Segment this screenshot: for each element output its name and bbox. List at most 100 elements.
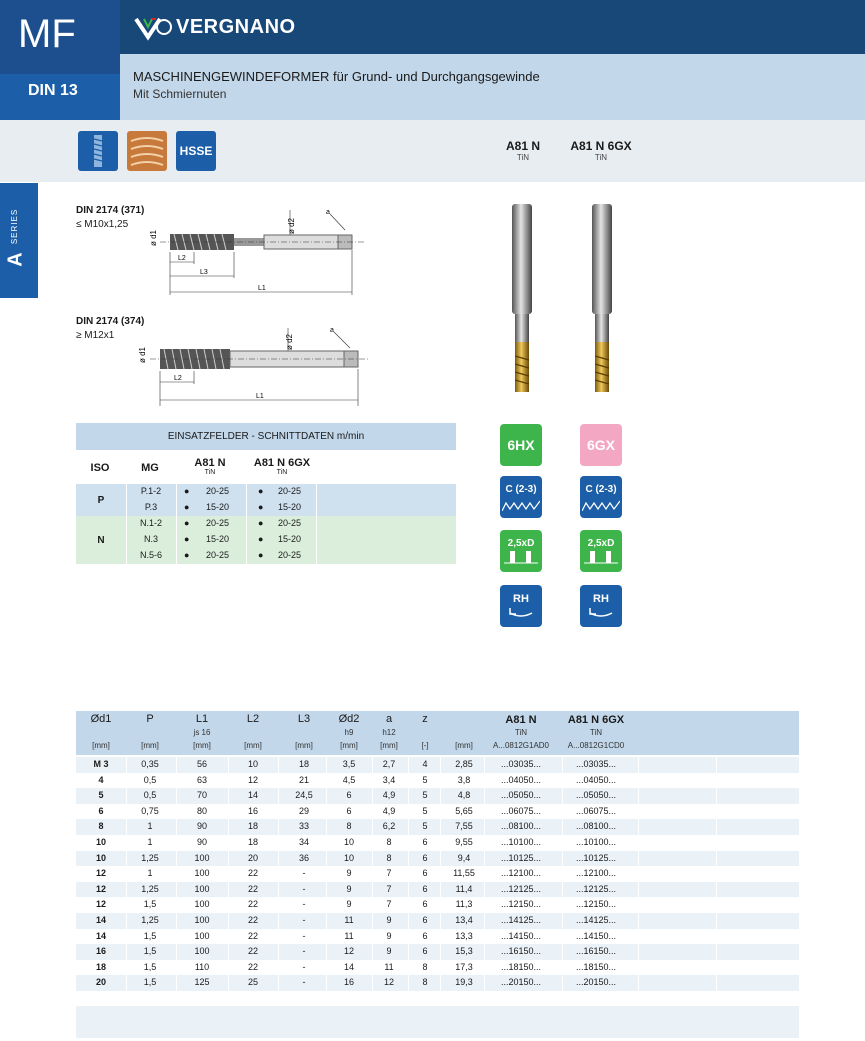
cutting-iso-group: P — [97, 494, 105, 506]
table-cell: 5 — [422, 774, 428, 785]
table-col-unit: A...0812G1AD0 — [492, 741, 550, 750]
table-cell: ...04050... — [500, 774, 542, 785]
tool-drawing-2: ø d1 ø d2 a L2 L1 — [138, 327, 368, 406]
table-col-header: L2 — [246, 713, 260, 725]
table-cell: 1 — [147, 868, 153, 879]
table-cell: 16 — [95, 946, 106, 957]
table-cell: 1,5 — [143, 977, 157, 988]
table-cell: 34 — [298, 837, 309, 847]
table-cell: 6 — [422, 852, 428, 863]
table-cell: 14 — [95, 915, 106, 925]
table-cell: 22 — [247, 930, 258, 941]
table-cell: ...20150... — [575, 977, 617, 988]
cutting-dot-icon: ● — [258, 550, 264, 560]
table-cell: ...14125... — [575, 915, 617, 925]
page-title: MASCHINENGEWINDEFORMER für Grund- und Du… — [133, 69, 540, 84]
dim-a: a — [326, 209, 330, 216]
table-cell: 5 — [422, 821, 428, 832]
table-cell: 5,65 — [455, 805, 473, 816]
table-cell: 3,8 — [457, 774, 471, 785]
vergnano-logo-icon — [134, 17, 172, 41]
table-cell: 1 — [147, 821, 153, 832]
series-letter: A — [4, 252, 27, 267]
table-cell: ...05050... — [575, 790, 617, 801]
table-cell: 9 — [386, 946, 392, 957]
table-cell: 100 — [194, 915, 210, 925]
dim-l2: L2 — [178, 255, 186, 262]
table-cell: 13,4 — [455, 915, 473, 925]
table-cell: 100 — [194, 946, 210, 957]
cutting-dot-icon: ● — [258, 534, 264, 544]
table-col-unit: [mm] — [340, 741, 358, 750]
cutting-v2: 15-20 — [278, 534, 302, 544]
tool-image-2 — [592, 204, 612, 392]
table-cell: 14 — [247, 790, 258, 801]
cutting-col-p2: A81 N 6GX TiN — [253, 457, 311, 476]
depth-badge-1: 2,5xD — [500, 530, 542, 572]
table-cell: 12 — [95, 899, 106, 910]
table-cell: 1,25 — [141, 883, 159, 894]
table-row-empty — [76, 1022, 799, 1038]
cutting-dot-icon: ● — [184, 518, 190, 528]
table-cell: 10 — [95, 852, 106, 863]
hand-badge-2: RH — [580, 585, 622, 627]
table-col-header: L3 — [297, 713, 311, 725]
cutting-iso-group: N — [97, 534, 105, 546]
brand-name: VERGNANO — [176, 15, 296, 38]
table-cell: - — [302, 946, 306, 957]
table-row: 18 1,5 110 22 - 14 11 8 17,3 ...18150... ...18150.… — [76, 959, 799, 976]
table-cell: 100 — [194, 899, 210, 910]
table-col-subheader: h9 — [344, 728, 354, 737]
table-cell: ...05050... — [500, 790, 542, 801]
table-cell: 9 — [346, 899, 352, 910]
table-cell: 4 — [422, 759, 428, 769]
tolerance-badge-1: 6HX — [500, 424, 542, 466]
table-cell: 63 — [196, 774, 207, 785]
table-row: 4 0,5 63 12 21 4,5 3,4 5 3,8 ...04050... ...04050.… — [76, 772, 799, 789]
product-code: MF — [18, 12, 76, 56]
table-cell: 36 — [298, 852, 309, 863]
table-cell: ...06075... — [500, 805, 542, 816]
table-cell: ...20150... — [500, 977, 542, 988]
table-cell: 11,3 — [455, 899, 473, 910]
table-cell: 22 — [247, 883, 258, 894]
drawing-2-range: ≥ M12x1 — [76, 330, 115, 341]
table-cell: 0,5 — [143, 790, 157, 801]
chamfer-icon — [502, 500, 540, 511]
table-cell: 4,5 — [342, 774, 356, 785]
table-cell: ...18150... — [575, 961, 617, 972]
table-cell: 22 — [247, 868, 258, 879]
table-col-header: z — [422, 713, 428, 725]
table-cell: 22 — [247, 946, 258, 957]
table-col-subheader: js 16 — [193, 728, 211, 737]
table-cell: 22 — [247, 961, 258, 972]
dim-a: a — [330, 327, 334, 334]
cutting-v1: 20-25 — [206, 518, 230, 528]
table-cell: 4,9 — [382, 790, 396, 801]
brand-logo: VERGNANO — [134, 12, 296, 42]
table-cell: 110 — [194, 961, 210, 972]
chamfer-icon — [582, 500, 620, 511]
table-cell: 1,5 — [143, 899, 157, 910]
table-cell: - — [302, 930, 306, 941]
table-cell: 12 — [383, 977, 394, 988]
cutting-row: N.5-6 ● 20-25 ● 20-25 — [76, 548, 456, 564]
cutting-v2: 15-20 — [278, 502, 302, 512]
table-cell: 9 — [346, 883, 352, 894]
cutting-dot-icon: ● — [184, 486, 190, 496]
cutting-v2: 20-25 — [278, 518, 302, 528]
table-cell: 1,5 — [143, 930, 157, 941]
table-cell: 12 — [95, 868, 106, 879]
dim-d1: ø d1 — [149, 229, 158, 246]
table-cell: 2,7 — [382, 759, 396, 769]
cutting-dot-icon: ● — [258, 502, 264, 512]
table-col-unit: [mm] — [380, 741, 398, 750]
table-cell: 14 — [95, 930, 106, 941]
table-cell: 16 — [343, 977, 354, 988]
cutting-row: P.3 ● 15-20 ● 15-20 — [76, 500, 456, 516]
cutting-dot-icon: ● — [184, 502, 190, 512]
table-cell: 11 — [344, 915, 354, 925]
table-row: 14 1,25 100 22 - 11 9 6 13,4 ...14125... ...14125.… — [76, 913, 799, 929]
table-col-header: Ød2 — [338, 713, 360, 725]
table-cell: 5 — [422, 790, 428, 801]
